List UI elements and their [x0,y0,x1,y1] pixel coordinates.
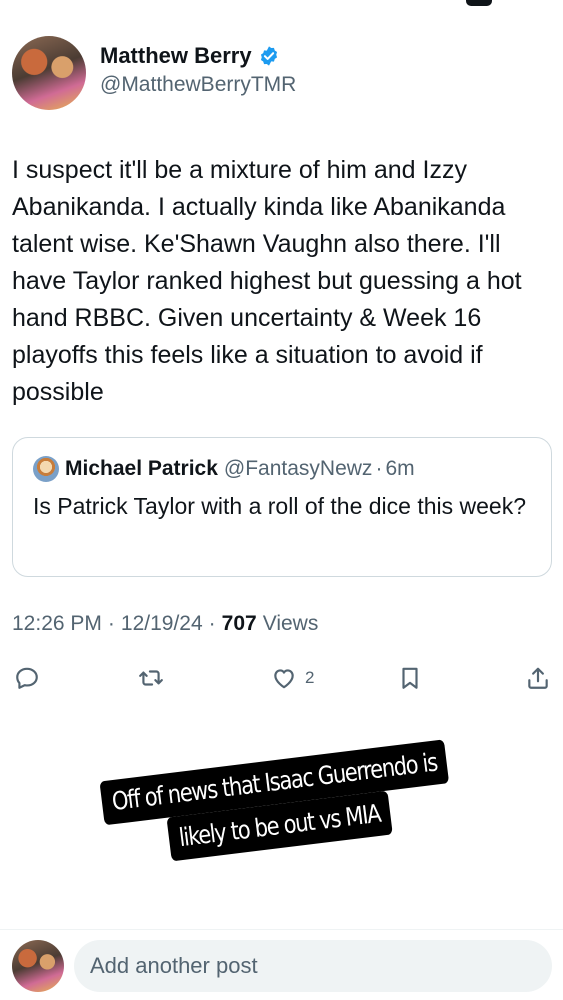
quoted-author-handle: @FantasyNewz [223,457,373,480]
post-meta: 12:26 PM · 12/19/24 · 707 Views [12,612,318,636]
quoted-separator: · [375,457,383,480]
user-avatar[interactable] [12,940,64,992]
quoted-post-time: 6m [385,457,415,480]
action-bar: 2 [0,660,563,696]
post-time[interactable]: 12:26 PM [12,612,102,636]
quoted-post-card[interactable]: Michael Patrick @FantasyNewz · 6m Is Pat… [12,437,552,577]
meta-dot: · [107,612,115,635]
like-button[interactable]: 2 [271,660,314,696]
meta-dot: · [208,612,216,635]
quoted-author-name: Michael Patrick [65,457,218,480]
reply-icon [16,667,38,689]
author-names: Matthew Berry @MatthewBerryTMR [100,43,296,97]
divider [0,929,563,930]
post-header: Matthew Berry @MatthewBerryTMR [12,36,296,110]
post-date[interactable]: 12/19/24 [121,612,203,636]
story-text-overlay: Off of news that Isaac Guerrendo is like… [46,733,513,917]
quoted-post-header: Michael Patrick @FantasyNewz · 6m [33,456,531,482]
repost-icon [139,670,163,686]
views-label: Views [262,612,319,635]
like-count: 2 [305,668,315,687]
bookmark-icon [402,667,418,689]
share-icon [528,667,548,689]
views-count: 707 [221,612,257,635]
verified-badge-icon [258,45,280,67]
bookmark-button[interactable] [397,660,423,696]
quoted-author-avatar [33,456,59,482]
share-button[interactable] [525,660,551,696]
reply-button[interactable] [14,660,40,696]
author-avatar[interactable] [12,36,86,110]
author-display-name[interactable]: Matthew Berry [100,43,252,69]
add-post-placeholder: Add another post [90,953,258,978]
quoted-post-text: Is Patrick Taylor with a roll of the dic… [33,493,527,519]
like-icon [274,669,294,689]
author-handle[interactable]: @MatthewBerryTMR [100,73,296,97]
reply-composer: Add another post [12,940,552,992]
repost-button[interactable] [138,660,164,696]
add-post-input[interactable]: Add another post [74,940,552,992]
author-name-row[interactable]: Matthew Berry [100,43,296,69]
top-edge-icon [466,0,492,6]
post-body-text: I suspect it'll be a mixture of him and … [12,156,522,406]
